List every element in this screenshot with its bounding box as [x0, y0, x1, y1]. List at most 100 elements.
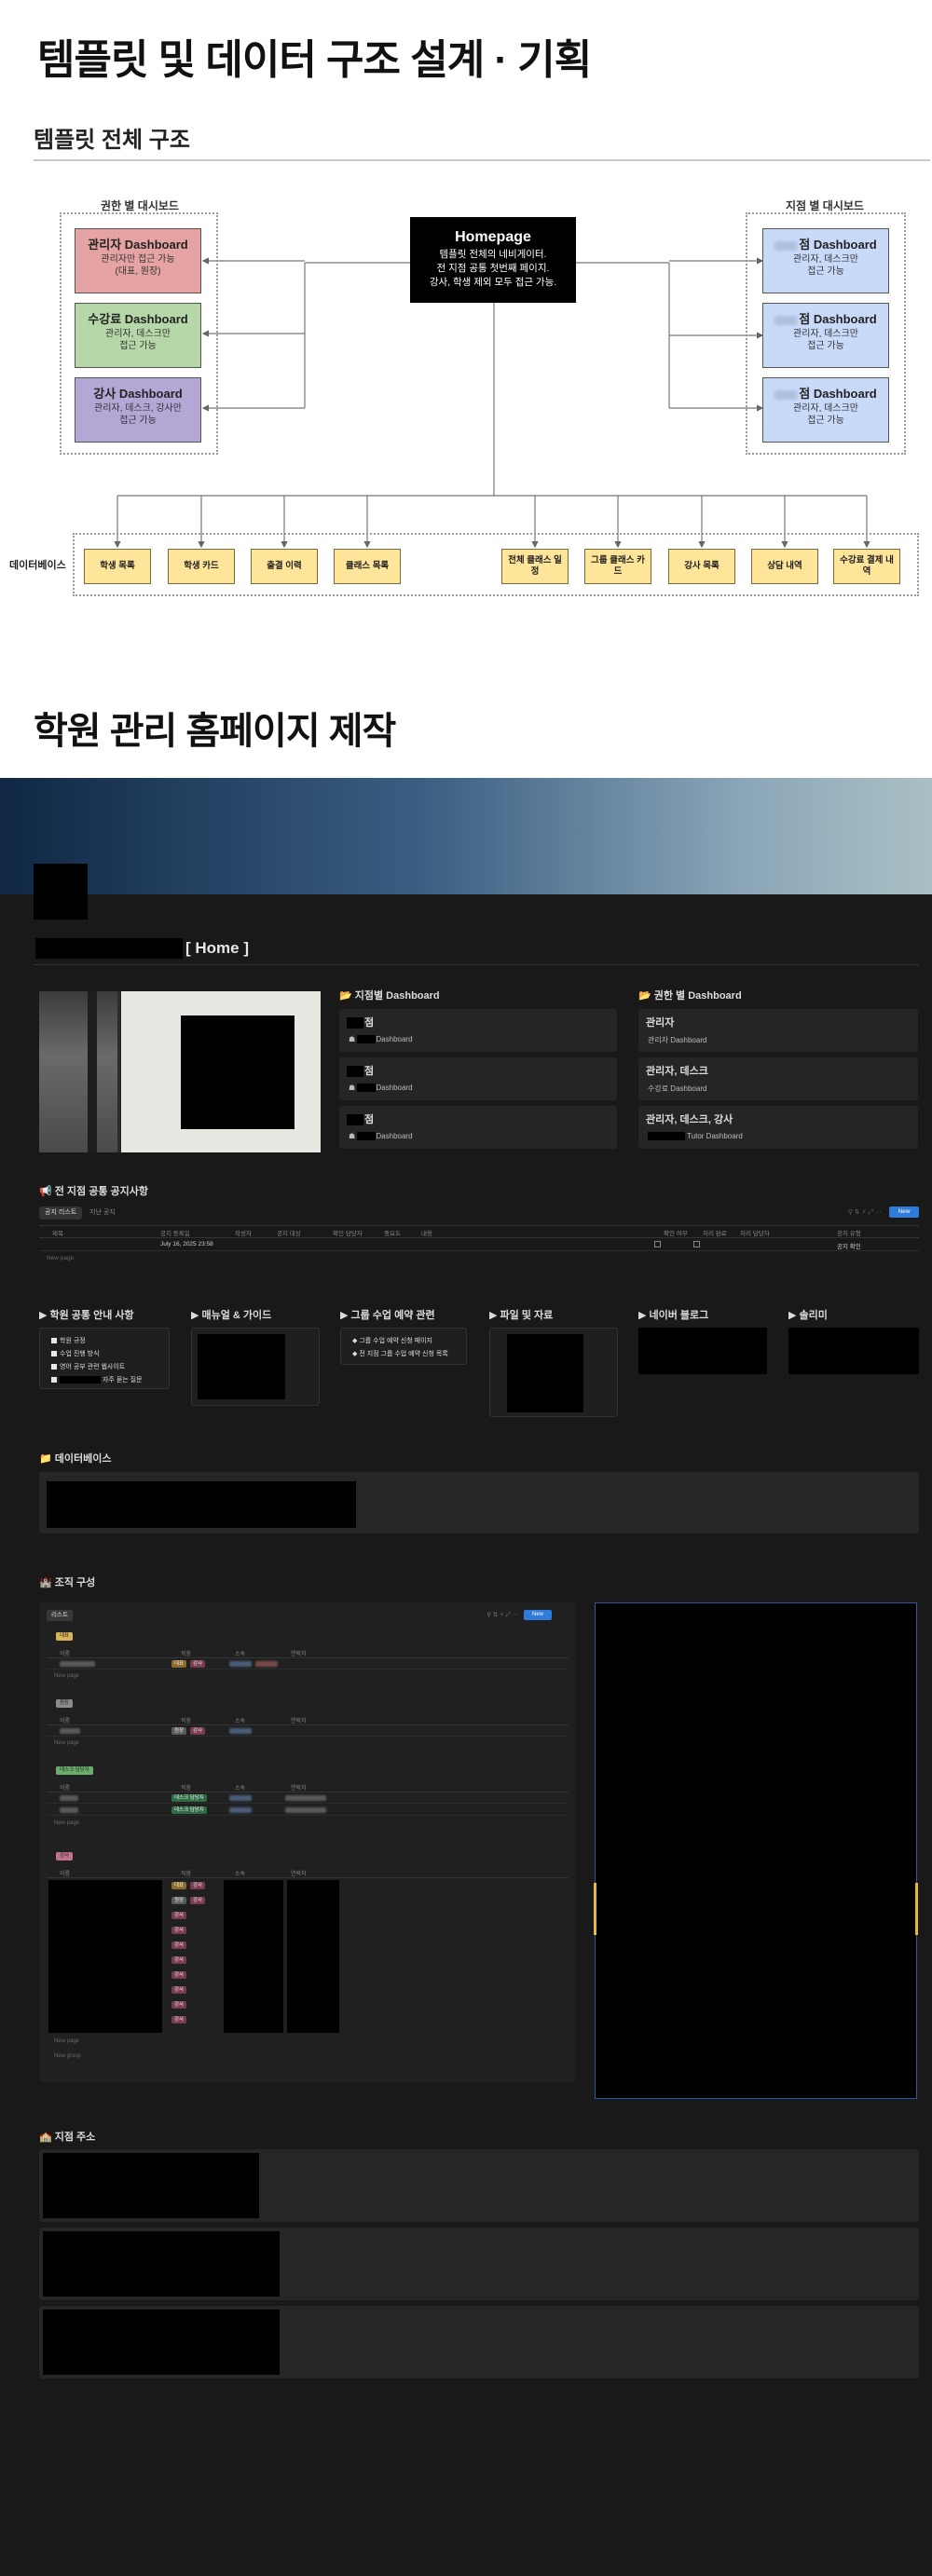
chip-desk: 데스크 담당자 — [171, 1806, 207, 1814]
new-group-button[interactable]: New group — [54, 2053, 81, 2059]
role-card-link[interactable]: Tutor Dashboard — [687, 1132, 743, 1140]
common-info-card: 학원 규정 수업 진행 방식 영어 공부 관련 웹사이트 자주 묻는 질문 — [39, 1328, 170, 1389]
role-card[interactable]: 관리자 관리자 Dashboard — [638, 1009, 918, 1052]
new-member-button[interactable]: New — [524, 1610, 552, 1620]
col-header: 확인 여부 — [664, 1231, 688, 1237]
hero-photo — [39, 991, 321, 1152]
col-header: 이름 — [60, 1652, 71, 1657]
database-label: 데이터베이스 — [9, 560, 66, 571]
branch-dashboard-box: 점 Dashboard 관리자, 데스크만 접근 가능 — [762, 228, 889, 293]
box-line: 관리자, 데스크만 — [105, 329, 171, 339]
db-consult: 상담 내역 — [751, 549, 818, 584]
yellow-marker — [594, 1883, 596, 1935]
link-item[interactable]: ◆ 그룹 수업 예약 신청 페이지 — [352, 1336, 432, 1345]
group-header-row: 이름 직함 소속 연락처 — [47, 1781, 569, 1792]
tab-past-notice[interactable]: 지난 공지 — [89, 1206, 116, 1220]
new-page-button[interactable]: New page — [54, 2038, 79, 2044]
blurred-branch — [229, 1728, 252, 1734]
branch-card[interactable]: 점 ☗ Dashboard — [339, 1057, 617, 1100]
blurred-name — [60, 1661, 95, 1667]
chip-tutor: 강사 — [171, 2016, 187, 2024]
toggle-title: 파일 및 자료 — [500, 1310, 554, 1321]
role-dashboard-heading: 📂 권한 별 Dashboard — [638, 990, 742, 1002]
photo-classroom — [39, 991, 117, 1152]
table-row[interactable]: July 16, 2025 23:58 공지 확인 — [39, 1238, 919, 1251]
table-toolbar-icons[interactable]: ⚲ ⇅ ⚡ ⤢ ⋯ — [848, 1208, 882, 1217]
branch-card[interactable]: 점 ☗ Dashboard — [339, 1009, 617, 1052]
address-card[interactable] — [39, 2228, 919, 2300]
link-item[interactable]: 자주 묻는 질문 — [51, 1375, 143, 1384]
chip-tutor: 강사 — [171, 1956, 187, 1964]
box-line: 관리자, 데스크만 — [793, 329, 858, 339]
checkbox[interactable] — [693, 1241, 700, 1247]
group-class-card: ◆ 그룹 수업 예약 신청 페이지 ◆ 전 지점 그룹 수업 예약 신청 목록 — [340, 1328, 467, 1365]
toggle-solimi[interactable]: ▶ 솔리미 — [788, 1307, 828, 1322]
redacted-names — [48, 1880, 162, 2033]
box-title: 점 Dashboard — [799, 238, 877, 252]
role-card[interactable]: 관리자, 데스크, 강사 Tutor Dashboard — [638, 1106, 918, 1149]
chip-tutor: 강사 — [190, 1660, 206, 1668]
table-row[interactable]: 데스크 담당자 — [47, 1792, 569, 1804]
role-dashboard-group-label: 권한 별 대시보드 — [101, 199, 179, 212]
branch-card-name: 점 — [364, 1066, 375, 1077]
table-row[interactable]: 원장 강사 — [47, 1725, 569, 1737]
homepage-line: 강사, 학생 제외 모두 접근 가능. — [429, 277, 557, 288]
toggle-common-info[interactable]: ▶ 학원 공통 안내 사항 — [39, 1307, 134, 1322]
link-item[interactable]: 수업 진행 방식 — [51, 1349, 100, 1358]
redacted-blog-preview[interactable] — [638, 1328, 767, 1374]
box-line: 접근 가능 — [807, 416, 844, 426]
toggle-files[interactable]: ▶ 파일 및 자료 — [489, 1307, 553, 1322]
col-header: 처리 완료 — [703, 1231, 727, 1237]
box-line: 접근 가능 — [119, 416, 157, 426]
col-header: 공지 유형 — [837, 1231, 861, 1237]
chip-tutor: 강사 — [171, 1971, 187, 1979]
branch-card-link[interactable]: Dashboard — [376, 1035, 412, 1043]
blurred-branch — [229, 1795, 252, 1801]
toggle-manual[interactable]: ▶ 매뉴얼 & 가이드 — [191, 1307, 271, 1322]
tab-list[interactable]: 리스트 — [47, 1610, 73, 1621]
chip-tutor: 강사 — [171, 1912, 187, 1919]
page-title: [ Home ] — [35, 936, 249, 961]
box-title: 점 Dashboard — [799, 387, 877, 401]
link-item[interactable]: 영어 공부 관련 웹사이트 — [51, 1362, 125, 1371]
db-student-card: 학생 카드 — [168, 549, 235, 584]
branch-card[interactable]: 점 ☗ Dashboard — [339, 1106, 617, 1149]
address-card[interactable] — [39, 2306, 919, 2378]
address-card[interactable] — [39, 2149, 919, 2222]
link-item[interactable]: 학원 규정 — [51, 1336, 86, 1345]
branch-dashboard-heading: 📂 지점별 Dashboard — [339, 990, 440, 1002]
role-card[interactable]: 관리자, 데스크 수강료 Dashboard — [638, 1057, 918, 1100]
branch-card-name: 점 — [364, 1114, 375, 1125]
col-header: 소속 — [235, 1872, 246, 1877]
role-card-name: 관리자 — [646, 1017, 675, 1029]
chip-desk: 데스크 담당자 — [171, 1794, 207, 1802]
group-header-row: 이름 직함 소속 연락처 — [47, 1647, 569, 1658]
redacted — [357, 1084, 377, 1093]
table-toolbar-icons[interactable]: ⚲ ⇅ ⚡ ⤢ ⋯ — [487, 1611, 518, 1619]
tab-notice-list[interactable]: 공지 리스트 — [39, 1206, 83, 1220]
toggle-naver-blog[interactable]: ▶ 네이버 블로그 — [638, 1307, 708, 1322]
new-page-button[interactable]: New page — [54, 1673, 79, 1679]
new-page-button[interactable]: New page — [54, 1820, 79, 1826]
new-notice-button[interactable]: New — [889, 1206, 919, 1218]
redacted-solimi-preview[interactable] — [788, 1328, 919, 1374]
toggle-title: 그룹 수업 예약 관련 — [350, 1310, 435, 1321]
group-tag: 원장 — [56, 1699, 74, 1708]
checkbox[interactable] — [654, 1241, 661, 1247]
redacted — [347, 1017, 363, 1029]
col-header: 확인 담당자 — [333, 1231, 363, 1237]
org-heading: 🏰 조직 구성 — [39, 1577, 96, 1588]
branch-card-link[interactable]: Dashboard — [376, 1084, 412, 1092]
toggle-title: 네이버 블로그 — [649, 1310, 709, 1321]
toggle-group-class[interactable]: ▶ 그룹 수업 예약 관련 — [340, 1307, 435, 1322]
link-item[interactable]: ◆ 전 지점 그룹 수업 예약 신청 목록 — [352, 1349, 448, 1358]
branch-card-link[interactable]: Dashboard — [376, 1132, 412, 1140]
page-title-suffix: [ Home ] — [185, 939, 249, 957]
box-line: 접근 가능 — [807, 341, 844, 351]
role-card-link[interactable]: 관리자 Dashboard — [648, 1035, 706, 1045]
role-card-link[interactable]: 수강료 Dashboard — [648, 1084, 706, 1094]
new-page-button[interactable]: New page — [54, 1740, 79, 1746]
new-page-button[interactable]: New page — [47, 1255, 74, 1261]
table-row[interactable]: 대표 강사 — [47, 1658, 569, 1670]
table-row[interactable]: 데스크 담당자 — [47, 1805, 569, 1816]
